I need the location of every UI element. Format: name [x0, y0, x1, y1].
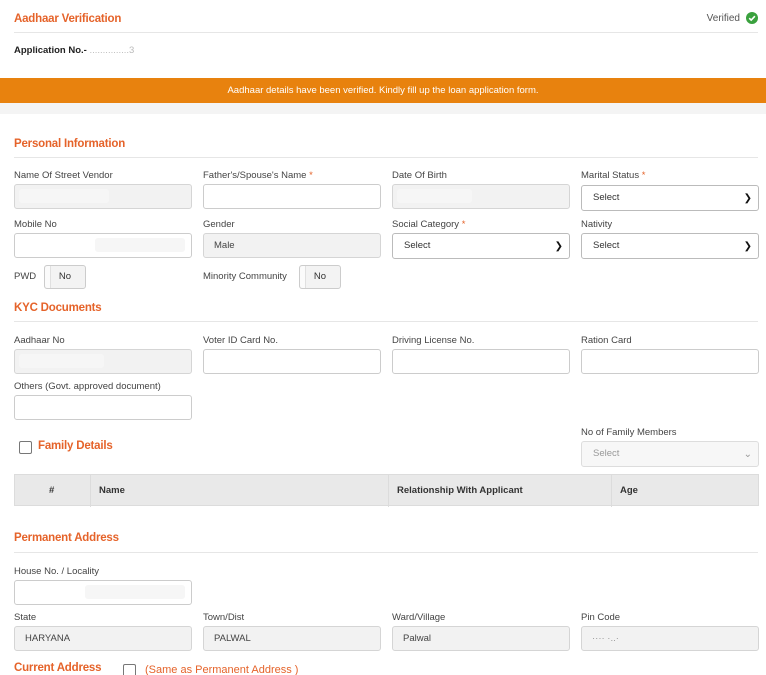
dob-input[interactable] [392, 184, 570, 209]
ration-card-label: Ration Card [581, 335, 632, 346]
minority-community-toggle[interactable]: No [299, 265, 341, 289]
town-dist-label: Town/Dist [203, 612, 245, 623]
pin-code-input: ···· ·..· [581, 626, 759, 651]
application-number: Application No.- ...............3 [14, 45, 134, 56]
mobile-input[interactable] [14, 233, 192, 258]
kyc-documents-title: KYC Documents [14, 302, 102, 314]
chevron-down-icon: ❯ [554, 241, 563, 252]
gender-input: Male [203, 233, 381, 258]
check-circle-icon [746, 12, 758, 24]
nativity-select[interactable]: Select ❯ [581, 233, 759, 259]
family-members-count-label: No of Family Members [581, 427, 677, 438]
driving-license-label: Driving License No. [392, 335, 475, 346]
application-number-label: Application No.- [14, 45, 90, 56]
application-number-value: ...............3 [89, 45, 135, 56]
verified-status: Verified [707, 12, 758, 24]
banner-message: Aadhaar details have been verified. Kind… [227, 85, 539, 96]
pwd-label: PWD [14, 271, 37, 282]
chevron-down-icon: ⌄ [743, 449, 752, 460]
column-name: Name [99, 485, 125, 496]
ward-village-label: Ward/Village [392, 612, 446, 623]
ration-card-input[interactable] [581, 349, 759, 374]
personal-information-title: Personal Information [14, 138, 126, 150]
column-index: # [49, 485, 55, 496]
family-table-header: # Name Relationship With Applicant Age [14, 474, 759, 507]
pwd-toggle[interactable]: No [44, 265, 86, 289]
chevron-down-icon: ❯ [743, 193, 752, 204]
chevron-down-icon: ❯ [743, 241, 752, 252]
same-as-permanent-checkbox[interactable] [123, 664, 136, 675]
verification-banner: Aadhaar details have been verified. Kind… [0, 78, 766, 103]
house-locality-input[interactable] [14, 580, 192, 605]
state-input: HARYANA [14, 626, 192, 651]
aadhaar-verification-title: Aadhaar Verification [14, 13, 122, 25]
others-document-input[interactable] [14, 395, 192, 420]
driving-license-input[interactable] [392, 349, 570, 374]
social-category-select[interactable]: Select ❯ [392, 233, 570, 259]
permanent-address-title: Permanent Address [14, 532, 119, 544]
family-details-checkbox[interactable] [19, 441, 32, 454]
family-members-count-select: Select ⌄ [581, 441, 759, 467]
vendor-name-label: Name Of Street Vendor [14, 170, 113, 181]
marital-status-select[interactable]: Select ❯ [581, 185, 759, 211]
family-details-title: Family Details [38, 440, 113, 452]
same-as-permanent-label: (Same as Permanent Address ) [145, 664, 299, 675]
dob-label: Date Of Birth [392, 170, 447, 181]
aadhaar-label: Aadhaar No [14, 335, 65, 346]
column-age: Age [620, 485, 638, 496]
ward-village-input: Palwal [392, 626, 570, 651]
current-address-title: Current Address [14, 662, 102, 674]
father-name-input[interactable] [203, 184, 381, 209]
town-dist-input: PALWAL [203, 626, 381, 651]
verified-label: Verified [706, 12, 740, 24]
house-locality-label: House No. / Locality [14, 566, 100, 577]
gender-label: Gender [203, 219, 235, 230]
minority-community-label: Minority Community [203, 271, 287, 282]
vendor-name-input[interactable] [14, 184, 192, 209]
nativity-label: Nativity [581, 219, 613, 230]
mobile-label: Mobile No [14, 219, 57, 230]
father-name-label: Father's/Spouse's Name * [203, 170, 313, 181]
column-relationship: Relationship With Applicant [397, 485, 523, 496]
social-category-label: Social Category * [392, 219, 466, 230]
marital-status-label: Marital Status * [581, 170, 646, 181]
aadhaar-input [14, 349, 192, 374]
voter-id-label: Voter ID Card No. [203, 335, 278, 346]
state-label: State [14, 612, 37, 623]
pin-code-label: Pin Code [581, 612, 621, 623]
voter-id-input[interactable] [203, 349, 381, 374]
others-document-label: Others (Govt. approved document) [14, 381, 161, 392]
